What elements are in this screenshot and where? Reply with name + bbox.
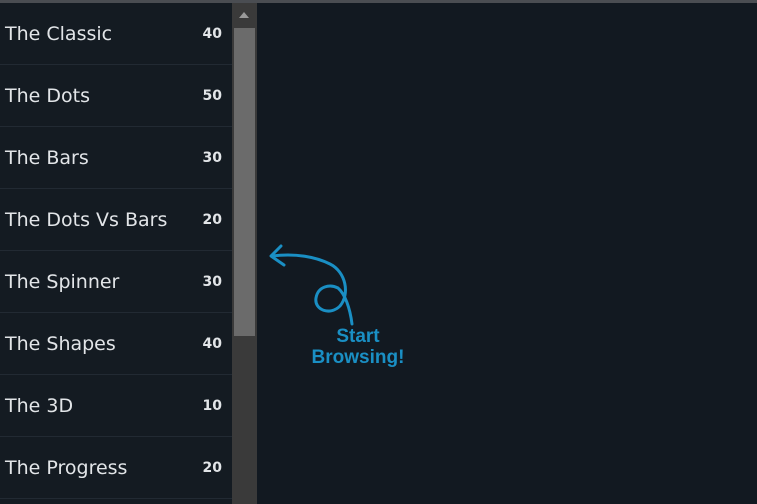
scroll-up-button[interactable] <box>232 3 257 27</box>
list-item-count: 30 <box>202 149 222 166</box>
app-window: The Classic 40 The Dots 50 The Bars 30 T… <box>0 0 757 504</box>
list-item-label: The Dots <box>5 84 90 107</box>
list-item-label: The Progress <box>5 456 128 479</box>
hint-line-2: Browsing! <box>311 347 405 368</box>
caret-up-icon <box>239 12 249 18</box>
list-item[interactable]: The Spinner 30 <box>0 251 232 313</box>
list-item-label: The Classic <box>5 22 113 45</box>
list-item[interactable]: The 3D 10 <box>0 375 232 437</box>
list-item[interactable]: The Progress 20 <box>0 437 232 499</box>
list-item[interactable]: The Shapes 40 <box>0 313 232 375</box>
list-item-label: The Bars <box>5 146 89 169</box>
scrollbar-thumb[interactable] <box>234 28 255 336</box>
sidebar-list: The Classic 40 The Dots 50 The Bars 30 T… <box>0 3 232 504</box>
list-item[interactable]: The Dots Vs Bars 20 <box>0 189 232 251</box>
list-item[interactable]: The Classic 40 <box>0 3 232 65</box>
list-item-label: The Shapes <box>5 332 116 355</box>
list-item-count: 20 <box>202 459 222 476</box>
list-item-count: 50 <box>202 87 222 104</box>
list-item-count: 20 <box>202 211 222 228</box>
list-item-label: The Spinner <box>5 270 120 293</box>
list-item-count: 40 <box>202 25 222 42</box>
list-item-count: 30 <box>202 273 222 290</box>
list-item-label: The 3D <box>5 394 74 417</box>
list-item-label: The Dots Vs Bars <box>5 208 168 231</box>
list-item[interactable]: The Bars 30 <box>0 127 232 189</box>
list-item-count: 10 <box>202 397 222 414</box>
hint-line-1: Start <box>336 326 380 347</box>
list-item-count: 40 <box>202 335 222 352</box>
list-item[interactable]: The Dots 50 <box>0 65 232 127</box>
start-browsing-hint: Start Browsing! <box>300 326 416 368</box>
scrollbar[interactable] <box>232 3 257 504</box>
